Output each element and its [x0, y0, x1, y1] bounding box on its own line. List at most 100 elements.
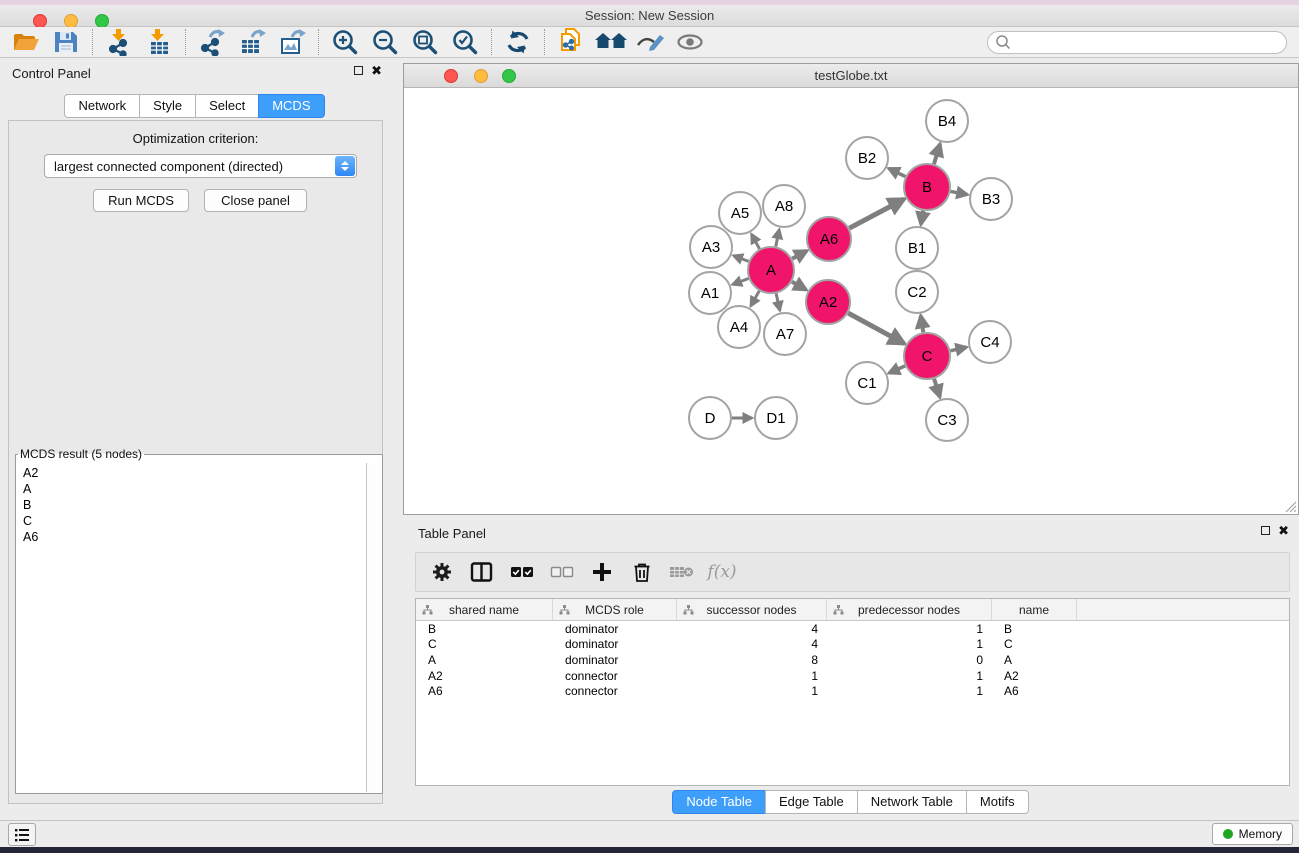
node-label-C: C	[922, 348, 933, 365]
result-item[interactable]: A	[23, 481, 366, 497]
edge-A-A7[interactable]	[776, 293, 780, 310]
result-item[interactable]: C	[23, 513, 366, 529]
column-header-predecessor-nodes[interactable]: predecessor nodes	[827, 599, 992, 620]
fx-icon: f(x)	[707, 562, 736, 582]
table-cell: A2	[992, 669, 1077, 683]
result-item[interactable]: A6	[23, 529, 366, 545]
criterion-select[interactable]: largest connected component (directed)	[44, 154, 357, 178]
float-table-panel-icon[interactable]	[1261, 526, 1270, 535]
edge-A-A2[interactable]	[792, 282, 806, 290]
edge-C-C4[interactable]	[950, 347, 966, 351]
export-table-button[interactable]	[232, 27, 272, 57]
edge-A6-B[interactable]	[849, 199, 904, 228]
resize-grip-icon[interactable]	[1284, 500, 1297, 513]
tab-mcds[interactable]: MCDS	[258, 94, 324, 118]
tab-motifs[interactable]: Motifs	[966, 790, 1029, 814]
delete-table-button[interactable]	[664, 557, 700, 587]
home-views-button[interactable]	[591, 27, 631, 57]
zoom-in-icon	[331, 28, 359, 56]
zoom-in-button[interactable]	[325, 27, 365, 57]
table-cell: 0	[827, 653, 992, 667]
column-header-shared-name[interactable]: shared name	[416, 599, 553, 620]
table-row[interactable]: Adominator80A	[416, 652, 1289, 668]
column-header-name[interactable]: name	[992, 599, 1077, 620]
apply-layout-button[interactable]	[498, 27, 538, 57]
add-column-button[interactable]	[584, 557, 620, 587]
network-view-window: testGlobe.txt AA1A2A3A4A5A6A7A8BB1B2B3B4…	[403, 63, 1299, 515]
tab-network[interactable]: Network	[64, 94, 140, 118]
network-canvas[interactable]: AA1A2A3A4A5A6A7A8BB1B2B3B4CC1C2C3C4DD1	[404, 88, 1298, 514]
search-field[interactable]	[987, 31, 1287, 54]
table-row[interactable]: A6connector11A6	[416, 683, 1289, 699]
open-session-button[interactable]	[6, 27, 46, 57]
close-table-panel-icon[interactable]: ✖	[1278, 526, 1289, 535]
table-cell: dominator	[553, 622, 677, 636]
edge-A-A3[interactable]	[733, 256, 748, 262]
tab-edge-table[interactable]: Edge Table	[765, 790, 858, 814]
clone-network-button[interactable]	[551, 27, 591, 57]
run-mcds-button[interactable]: Run MCDS	[93, 189, 189, 212]
zoom-out-button[interactable]	[365, 27, 405, 57]
edge-A-A8[interactable]	[776, 230, 779, 247]
close-panel-button[interactable]: Close panel	[204, 189, 307, 212]
edge-A2-C[interactable]	[848, 313, 904, 344]
task-history-button[interactable]	[8, 823, 36, 846]
edge-B-B4[interactable]	[934, 144, 940, 164]
tab-network-table[interactable]: Network Table	[857, 790, 967, 814]
select-all-button[interactable]	[504, 557, 540, 587]
close-panel-icon[interactable]: ✖	[371, 66, 382, 75]
edge-A-A1[interactable]	[732, 278, 748, 284]
result-item[interactable]: B	[23, 497, 366, 513]
table-row[interactable]: Cdominator41C	[416, 637, 1289, 653]
column-header-successor-nodes[interactable]: successor nodes	[677, 599, 827, 620]
edge-A-A4[interactable]	[751, 291, 760, 306]
hide-details-button[interactable]	[631, 27, 671, 57]
zoom-selected-button[interactable]	[445, 27, 485, 57]
table-cell: dominator	[553, 653, 677, 667]
edge-A-A6[interactable]	[792, 251, 807, 259]
edge-C-C3[interactable]	[934, 379, 940, 397]
deselect-all-button[interactable]	[544, 557, 580, 587]
import-table-button[interactable]	[139, 27, 179, 57]
table-row[interactable]: A2connector11A2	[416, 668, 1289, 684]
memory-button[interactable]: Memory	[1212, 823, 1293, 845]
tab-select[interactable]: Select	[195, 94, 259, 118]
delete-column-button[interactable]	[624, 557, 660, 587]
save-session-button[interactable]	[46, 27, 86, 57]
node-table[interactable]: shared nameMCDS rolesuccessor nodesprede…	[415, 598, 1290, 786]
float-panel-icon[interactable]	[354, 66, 363, 75]
edge-C-C1[interactable]	[889, 366, 905, 373]
network-window-titlebar[interactable]: testGlobe.txt	[404, 64, 1298, 88]
edge-B-B1[interactable]	[921, 211, 923, 225]
column-header-MCDS-role[interactable]: MCDS role	[553, 599, 677, 620]
edge-C-C2[interactable]	[921, 316, 924, 333]
show-details-button[interactable]	[671, 27, 711, 57]
network-graph[interactable]: AA1A2A3A4A5A6A7A8BB1B2B3B4CC1C2C3C4DD1	[404, 88, 1298, 514]
result-item[interactable]: A2	[23, 465, 366, 481]
import-table-icon	[145, 28, 173, 56]
node-label-A3: A3	[702, 239, 720, 256]
status-bar: Memory	[0, 820, 1299, 847]
export-image-icon	[278, 28, 306, 56]
export-image-button[interactable]	[272, 27, 312, 57]
node-label-B2: B2	[858, 150, 876, 167]
table-cell: A6	[992, 684, 1077, 698]
function-builder-button[interactable]: f(x)	[704, 557, 740, 587]
search-input[interactable]	[1012, 33, 1286, 51]
split-columns-icon	[470, 561, 494, 583]
table-options-button[interactable]	[424, 557, 460, 587]
export-network-button[interactable]	[192, 27, 232, 57]
tab-node-table[interactable]: Node Table	[672, 790, 766, 814]
gear-icon	[431, 561, 453, 583]
tab-style[interactable]: Style	[139, 94, 196, 118]
node-label-D: D	[705, 410, 716, 427]
zoom-fit-button[interactable]	[405, 27, 445, 57]
result-scrollbar[interactable]	[366, 463, 381, 792]
mcds-panel: Optimization criterion: largest connecte…	[8, 120, 383, 804]
import-network-button[interactable]	[99, 27, 139, 57]
split-view-button[interactable]	[464, 557, 500, 587]
table-row[interactable]: Bdominator41B	[416, 621, 1289, 637]
edge-B-B3[interactable]	[951, 191, 968, 194]
edge-A-A5[interactable]	[751, 234, 759, 249]
edge-B-B2[interactable]	[889, 168, 906, 176]
